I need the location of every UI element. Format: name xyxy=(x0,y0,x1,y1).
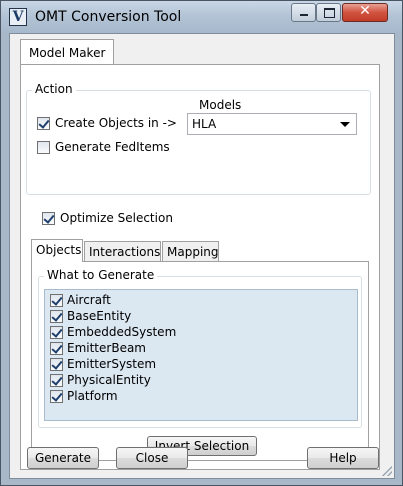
title-bar[interactable]: V OMT Conversion Tool ✕ xyxy=(1,1,402,33)
models-selected-value: HLA xyxy=(192,117,217,131)
models-label: Models xyxy=(199,98,242,112)
embeddedsystem-checkbox[interactable] xyxy=(50,326,63,339)
list-item-baseentity[interactable]: BaseEntity xyxy=(45,308,345,324)
list-item-label: Aircraft xyxy=(67,293,111,307)
list-item-physicalentity[interactable]: PhysicalEntity xyxy=(45,372,345,388)
list-item-label: PhysicalEntity xyxy=(67,373,151,387)
object-class-list[interactable]: Aircraft BaseEntity EmbeddedSystem Emitt… xyxy=(44,289,358,421)
baseentity-checkbox[interactable] xyxy=(50,310,63,323)
client-area: Model Maker Action Models Create Objects… xyxy=(9,33,395,479)
models-dropdown[interactable]: HLA xyxy=(187,113,357,135)
action-group: Action Models Create Objects in -> HLA G… xyxy=(26,82,371,195)
app-window: V OMT Conversion Tool ✕ Model Maker Acti… xyxy=(0,0,403,486)
list-item-label: EmbeddedSystem xyxy=(67,325,177,339)
what-to-generate-legend: What to Generate xyxy=(44,268,158,282)
tab-mapping[interactable]: Mapping xyxy=(162,241,219,262)
list-item-emittersystem[interactable]: EmitterSystem xyxy=(45,356,345,372)
app-icon: V xyxy=(9,8,27,26)
optimize-selection-label: Optimize Selection xyxy=(60,211,173,225)
close-button[interactable]: Close xyxy=(116,447,188,469)
list-item-label: EmitterSystem xyxy=(67,357,157,371)
list-item-label: EmitterBeam xyxy=(67,341,146,355)
minimize-button[interactable] xyxy=(291,3,316,22)
action-legend: Action xyxy=(32,82,76,96)
close-icon: ✕ xyxy=(359,3,371,19)
platform-checkbox[interactable] xyxy=(50,390,63,403)
generate-feditems-label: Generate FedItems xyxy=(55,140,170,154)
list-item-embeddedsystem[interactable]: EmbeddedSystem xyxy=(45,324,345,340)
emitterbeam-checkbox[interactable] xyxy=(50,342,63,355)
tab-model-maker[interactable]: Model Maker xyxy=(20,39,115,65)
optimize-selection-checkbox[interactable] xyxy=(42,212,55,225)
maximize-button[interactable] xyxy=(316,3,341,22)
close-window-button[interactable]: ✕ xyxy=(342,3,388,22)
create-objects-label: Create Objects in -> xyxy=(55,116,177,130)
chevron-down-icon xyxy=(340,122,350,127)
tab-objects[interactable]: Objects xyxy=(31,239,83,262)
physicalentity-checkbox[interactable] xyxy=(50,374,63,387)
tab-interactions[interactable]: Interactions xyxy=(84,241,161,262)
help-button[interactable]: Help xyxy=(307,447,379,469)
list-item-emitterbeam[interactable]: EmitterBeam xyxy=(45,340,345,356)
create-objects-checkbox[interactable] xyxy=(37,117,50,130)
emittersystem-checkbox[interactable] xyxy=(50,358,63,371)
model-maker-panel: Action Models Create Objects in -> HLA G… xyxy=(20,64,380,470)
objects-panel: What to Generate Aircraft BaseEntity Emb… xyxy=(31,261,369,461)
aircraft-checkbox[interactable] xyxy=(50,294,63,307)
list-item-label: BaseEntity xyxy=(67,309,132,323)
list-item-label: Platform xyxy=(67,389,118,403)
generate-button[interactable]: Generate xyxy=(27,447,99,469)
list-item-aircraft[interactable]: Aircraft xyxy=(45,292,345,308)
what-to-generate-group: What to Generate Aircraft BaseEntity Emb… xyxy=(38,268,362,428)
generate-feditems-checkbox[interactable] xyxy=(37,141,50,154)
resize-grip-icon[interactable] xyxy=(382,466,392,476)
window-title: OMT Conversion Tool xyxy=(35,9,182,25)
list-item-platform[interactable]: Platform xyxy=(45,388,345,404)
